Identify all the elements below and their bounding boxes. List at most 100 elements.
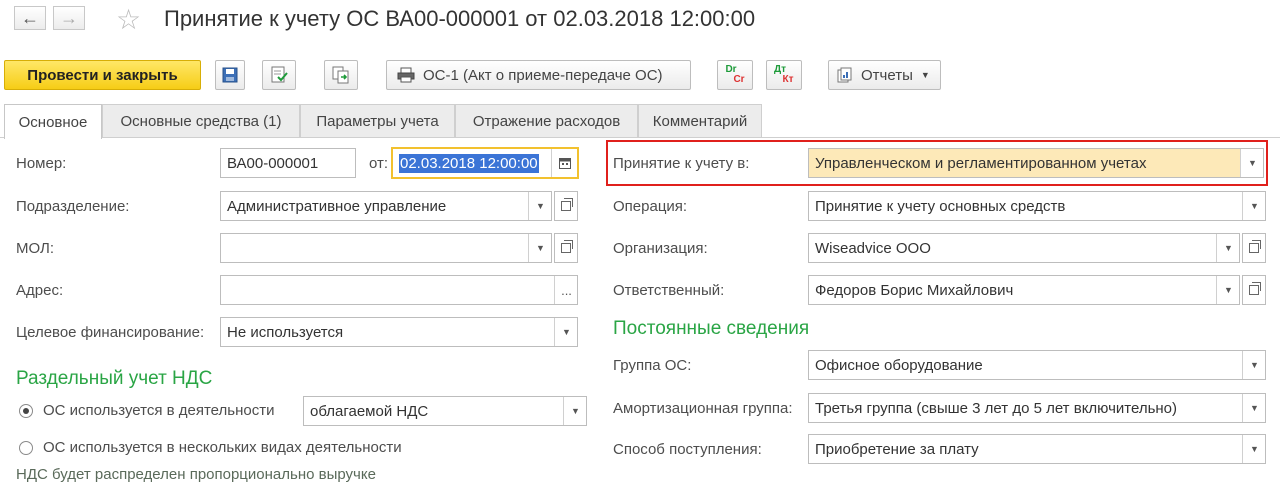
favorite-star-icon[interactable]: ☆	[116, 3, 141, 36]
division-value: Административное управление	[227, 197, 447, 215]
receipt-method-dropdown-button[interactable]: ▼	[1242, 435, 1265, 463]
vat-option2-radio[interactable]	[19, 441, 33, 455]
open-window-icon	[561, 240, 573, 253]
chevron-down-icon: ▼	[920, 70, 930, 80]
accounting-label: Принятие к учету в:	[613, 155, 750, 172]
amortization-group-field[interactable]: Третья группа (свыше 3 лет до 5 лет вклю…	[808, 393, 1266, 423]
financing-value: Не используется	[227, 323, 344, 341]
chevron-down-icon: ▼	[1248, 158, 1257, 168]
financing-dropdown-button[interactable]: ▼	[554, 318, 577, 346]
post-button[interactable]	[262, 60, 296, 90]
operation-field[interactable]: Принятие к учету основных средств ▼	[808, 191, 1266, 221]
date-value: 02.03.2018 12:00:00	[399, 153, 539, 173]
print-os1-button[interactable]: ОС-1 (Акт о приеме-передаче ОС)	[386, 60, 691, 90]
division-label: Подразделение:	[16, 198, 130, 215]
accounting-dropdown-button[interactable]: ▼	[1240, 149, 1263, 177]
chevron-down-icon: ▼	[536, 201, 545, 211]
tab-expense-reflection[interactable]: Отражение расходов	[455, 104, 638, 137]
operation-dropdown-button[interactable]: ▼	[1242, 192, 1265, 220]
vat-activity-dropdown-button[interactable]: ▼	[563, 397, 586, 425]
responsible-field[interactable]: Федоров Борис Михайлович ▼	[808, 275, 1240, 305]
page-title: Принятие к учету ОС ВА00-000001 от 02.03…	[164, 6, 756, 31]
operation-label: Операция:	[613, 198, 688, 215]
accounting-field[interactable]: Управленческом и регламентированном учет…	[808, 148, 1264, 178]
printer-icon	[397, 67, 415, 83]
responsible-open-button[interactable]	[1242, 275, 1266, 305]
operation-value: Принятие к учету основных средств	[815, 197, 1066, 215]
receipt-method-field[interactable]: Приобретение за плату ▼	[808, 434, 1266, 464]
vat-option1-radio[interactable]	[19, 404, 33, 418]
chevron-down-icon: ▼	[1224, 285, 1233, 295]
mol-open-button[interactable]	[554, 233, 578, 263]
chevron-down-icon: ▼	[1250, 360, 1259, 370]
dt-kt-postings-button[interactable]: Дт Кт	[766, 60, 802, 90]
print-os1-label: ОС-1 (Акт о приеме-передаче ОС)	[423, 66, 663, 84]
responsible-dropdown-button[interactable]: ▼	[1216, 276, 1239, 304]
vat-activity-value: облагаемой НДС	[310, 402, 429, 420]
amortization-group-value: Третья группа (свыше 3 лет до 5 лет вклю…	[815, 399, 1178, 417]
permanent-section-title: Постоянные сведения	[613, 318, 810, 339]
address-label: Адрес:	[16, 282, 64, 299]
cr-label: Cr	[733, 74, 745, 85]
asset-group-label: Группа ОС:	[613, 357, 692, 374]
financing-label: Целевое финансирование:	[16, 324, 205, 341]
amortization-group-label: Амортизационная группа:	[613, 400, 793, 417]
date-field[interactable]: 02.03.2018 12:00:00	[391, 147, 579, 179]
arrow-right-icon: →	[60, 7, 78, 28]
mol-field[interactable]: ▼	[220, 233, 552, 263]
vat-activity-field[interactable]: облагаемой НДС ▼	[303, 396, 587, 426]
save-button[interactable]	[215, 60, 245, 90]
organization-dropdown-button[interactable]: ▼	[1216, 234, 1239, 262]
arrow-left-icon: ←	[21, 7, 39, 28]
chevron-down-icon: ▼	[571, 406, 580, 416]
create-based-on-button[interactable]	[324, 60, 358, 90]
vat-option1-label[interactable]: ОС используется в деятельности	[43, 402, 274, 419]
organization-field[interactable]: Wiseadvice ООО ▼	[808, 233, 1240, 263]
dr-cr-postings-button[interactable]: Dr Cr	[717, 60, 753, 90]
responsible-label: Ответственный:	[613, 282, 725, 299]
tab-fixed-assets[interactable]: Основные средства (1)	[102, 104, 300, 137]
tab-strip-divider	[0, 137, 1280, 138]
reports-menu-button[interactable]: Отчеты ▼	[828, 60, 941, 90]
post-document-icon	[271, 66, 288, 83]
post-and-close-button[interactable]: Провести и закрыть	[4, 60, 201, 90]
accounting-value: Управленческом и регламентированном учет…	[815, 154, 1147, 172]
organization-open-button[interactable]	[1242, 233, 1266, 263]
organization-label: Организация:	[613, 240, 708, 257]
create-based-on-icon	[332, 66, 349, 84]
kt-label: Кт	[782, 74, 794, 85]
save-icon	[222, 67, 238, 83]
address-select-button[interactable]: ...	[554, 276, 577, 304]
tab-main[interactable]: Основное	[4, 104, 102, 139]
financing-field[interactable]: Не используется ▼	[220, 317, 578, 347]
asset-group-value: Офисное оборудование	[815, 356, 983, 374]
asset-group-dropdown-button[interactable]: ▼	[1242, 351, 1265, 379]
receipt-method-value: Приобретение за плату	[815, 440, 979, 458]
chevron-down-icon: ▼	[1224, 243, 1233, 253]
open-window-icon	[1249, 240, 1261, 253]
back-button[interactable]: ←	[14, 6, 46, 30]
amortization-group-dropdown-button[interactable]: ▼	[1242, 394, 1265, 422]
address-field[interactable]: ...	[220, 275, 578, 305]
number-label: Номер:	[16, 155, 67, 172]
responsible-value: Федоров Борис Михайлович	[815, 281, 1014, 299]
date-label: от:	[369, 155, 389, 172]
division-field[interactable]: Административное управление ▼	[220, 191, 552, 221]
tab-comment[interactable]: Комментарий	[638, 104, 762, 137]
asset-group-field[interactable]: Офисное оборудование ▼	[808, 350, 1266, 380]
reports-icon	[837, 67, 852, 83]
mol-label: МОЛ:	[16, 240, 55, 257]
tab-accounting-params[interactable]: Параметры учета	[300, 104, 455, 137]
chevron-down-icon: ▼	[1250, 444, 1259, 454]
vat-option2-label[interactable]: ОС используется в нескольких видах деяте…	[43, 439, 402, 456]
calendar-icon	[558, 158, 571, 169]
forward-button[interactable]: →	[53, 6, 85, 30]
division-open-button[interactable]	[554, 191, 578, 221]
mol-dropdown-button[interactable]: ▼	[528, 234, 551, 262]
number-field[interactable]: ВА00-000001	[220, 148, 356, 178]
chevron-down-icon: ▼	[1250, 403, 1259, 413]
vat-note: НДС будет распределен пропорционально вы…	[16, 466, 376, 483]
division-dropdown-button[interactable]: ▼	[528, 192, 551, 220]
chevron-down-icon: ▼	[562, 327, 571, 337]
calendar-button[interactable]	[551, 149, 577, 177]
